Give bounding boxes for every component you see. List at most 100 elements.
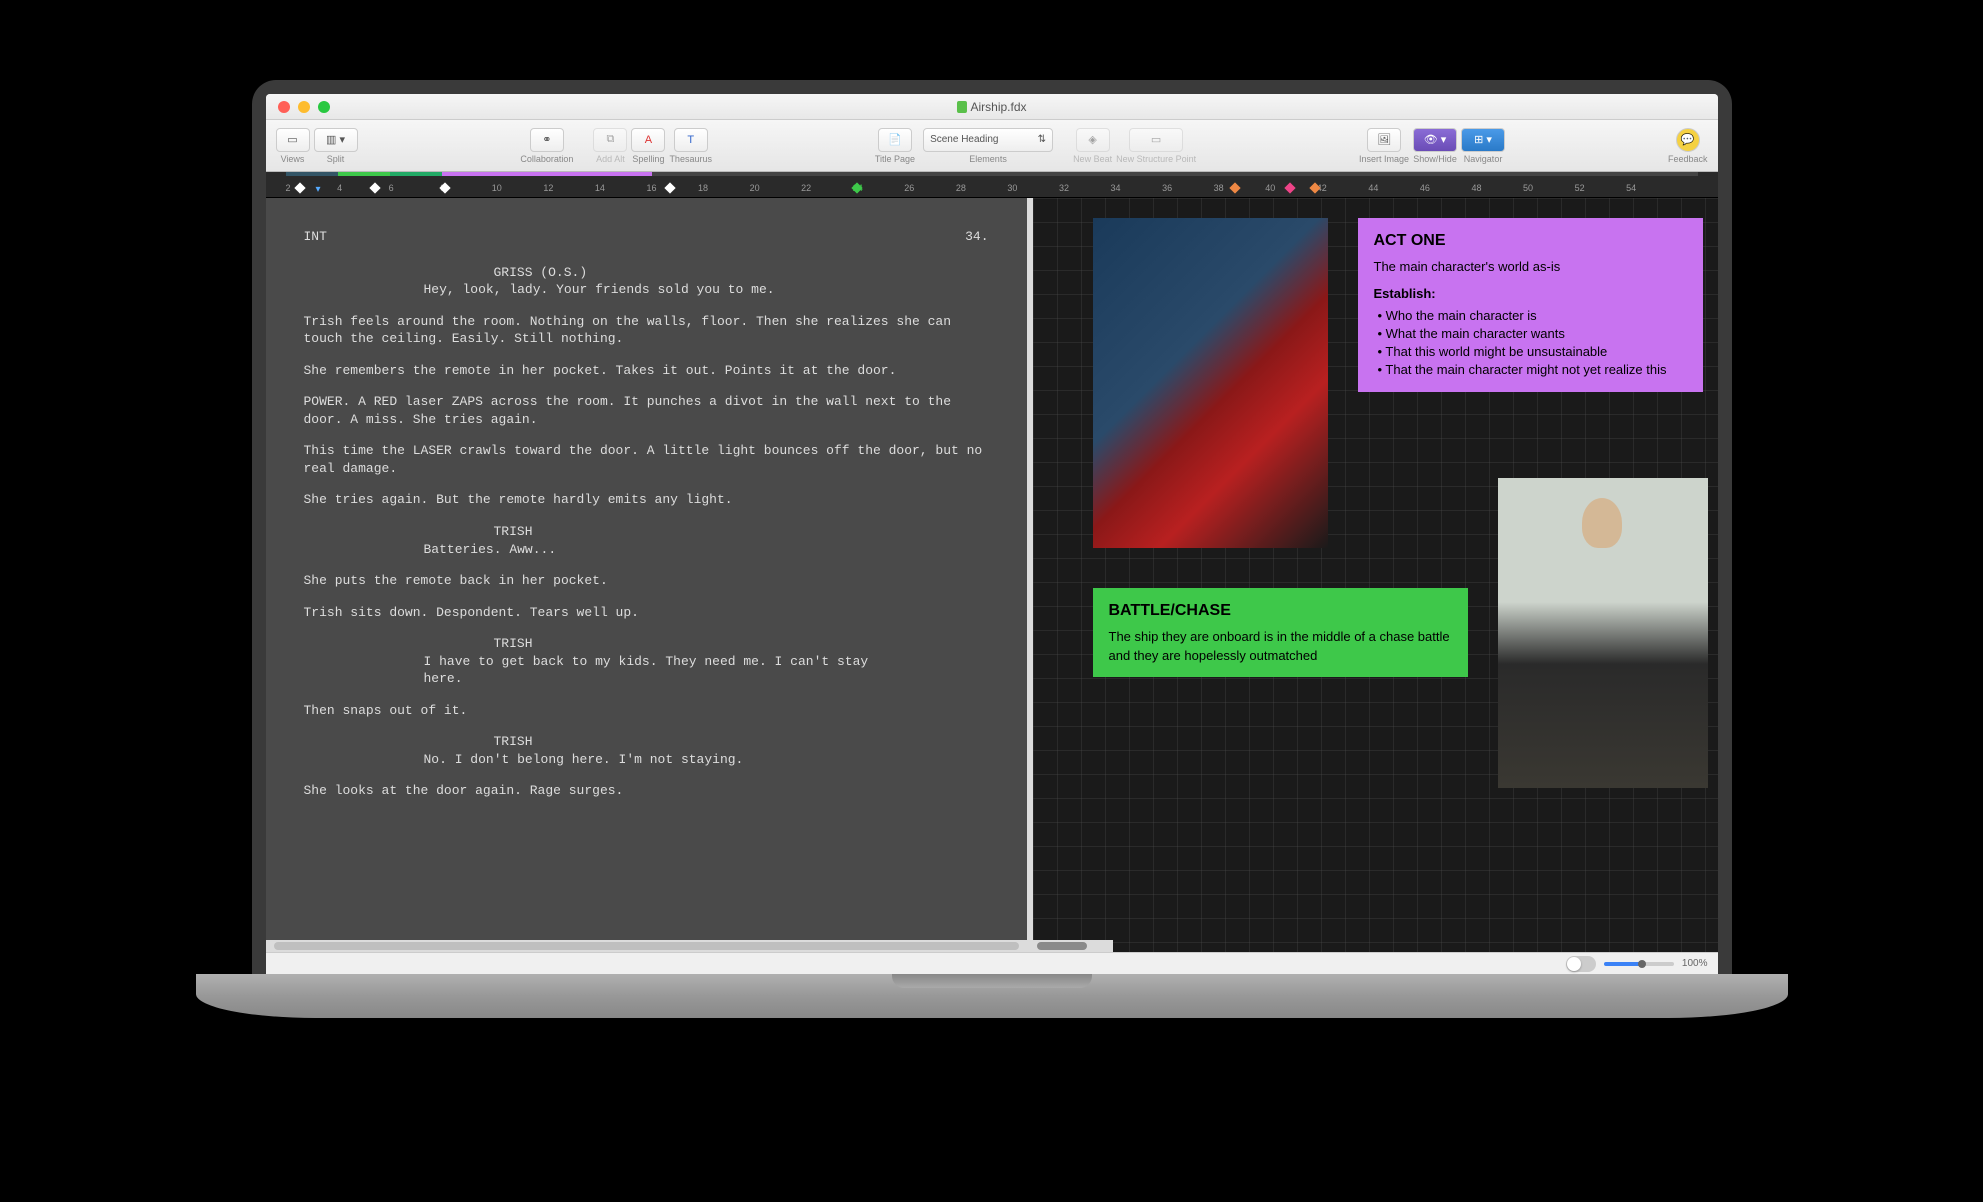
playhead-marker-icon[interactable]: ▾ [316, 184, 321, 195]
card-bullet: • That this world might be unsustainable [1378, 343, 1687, 361]
script-action: She looks at the door again. Rage surges… [304, 782, 989, 800]
ruler-tick: 36 [1162, 183, 1214, 193]
ruler-tick: 42 [1317, 183, 1369, 193]
ruler-tick: 30 [1007, 183, 1059, 193]
ruler-tick: 18 [698, 183, 750, 193]
elements-label: Elements [969, 154, 1007, 164]
beat-board-ruler[interactable]: 2468101214161820222426283032343638404244… [266, 172, 1718, 198]
ruler-tick: 26 [904, 183, 956, 193]
ruler-tick: 22 [801, 183, 853, 193]
ruler-tick: 12 [543, 183, 595, 193]
window-titlebar: Airship.fdx [266, 94, 1718, 120]
ruler-tick: 28 [956, 183, 1008, 193]
ruler-tick: 46 [1420, 183, 1472, 193]
card-body: The ship they are onboard is in the midd… [1109, 628, 1452, 664]
ruler-tick: 14 [595, 183, 647, 193]
script-action: Trish sits down. Despondent. Tears well … [304, 604, 989, 622]
script-editor-pane[interactable]: INT 34. GRISS (O.S.)Hey, look, lady. You… [266, 198, 1027, 952]
elements-selected: Scene Heading [930, 134, 998, 145]
ruler-tick: 6 [389, 183, 441, 193]
feedback-button[interactable]: 💬 [1676, 128, 1700, 152]
script-action: She tries again. But the remote hardly e… [304, 491, 989, 509]
title-page-label: Title Page [875, 154, 915, 164]
new-beat-label: New Beat [1073, 154, 1112, 164]
script-action: Then snaps out of it. [304, 702, 989, 720]
collaboration-button[interactable]: ⚭ [530, 128, 564, 152]
page-number: 34. [965, 228, 988, 246]
ruler-tick: 44 [1368, 183, 1420, 193]
spelling-button[interactable]: A [631, 128, 665, 152]
insert-image-label: Insert Image [1359, 154, 1409, 164]
ruler-tick: 10 [492, 183, 544, 193]
zoom-slider[interactable] [1604, 962, 1674, 966]
feedback-label: Feedback [1668, 154, 1708, 164]
window-title: Airship.fdx [970, 100, 1026, 114]
collaboration-label: Collaboration [520, 154, 573, 164]
maximize-window-button[interactable] [318, 101, 330, 113]
script-action: She remembers the remote in her pocket. … [304, 362, 989, 380]
board-card-act-one[interactable]: ACT ONE The main character's world as-is… [1358, 218, 1703, 392]
add-alt-button[interactable]: ⧉ [593, 128, 627, 152]
app-window: Airship.fdx ▭ Views ▥ ▾ Split [266, 94, 1718, 974]
horizontal-scrollbar[interactable] [266, 940, 1027, 952]
script-dialog: Hey, look, lady. Your friends sold you t… [304, 281, 989, 299]
toolbar: ▭ Views ▥ ▾ Split ⚭ Collaboration [266, 120, 1718, 172]
ruler-tick: 34 [1111, 183, 1163, 193]
card-bullet: • What the main character wants [1378, 325, 1687, 343]
script-action: She puts the remote back in her pocket. [304, 572, 989, 590]
script-dialog: Batteries. Aww... [304, 541, 989, 559]
spelling-label: Spelling [632, 154, 664, 164]
script-dialog: I have to get back to my kids. They need… [304, 653, 989, 688]
thesaurus-button[interactable]: T [674, 128, 708, 152]
card-subtitle: The main character's world as-is [1374, 258, 1687, 276]
beat-board-pane[interactable]: ACT ONE The main character's world as-is… [1033, 198, 1718, 952]
script-char: TRISH [304, 635, 989, 653]
zoom-level: 100% [1682, 958, 1708, 969]
script-char: GRISS (O.S.) [304, 264, 989, 282]
show-hide-label: Show/Hide [1413, 154, 1457, 164]
navigator-label: Navigator [1464, 154, 1503, 164]
ruler-tick: 32 [1059, 183, 1111, 193]
board-image-card[interactable] [1093, 218, 1328, 548]
views-label: Views [281, 154, 305, 164]
ruler-tick: 20 [750, 183, 802, 193]
card-bullet: • Who the main character is [1378, 307, 1687, 325]
document-icon [956, 101, 966, 113]
scene-heading: INT [304, 228, 327, 246]
card-bullet: • That the main character might not yet … [1378, 361, 1687, 379]
views-button[interactable]: ▭ [276, 128, 310, 152]
status-bar: 100% [266, 952, 1718, 974]
new-structure-point-label: New Structure Point [1116, 154, 1196, 164]
new-structure-point-button[interactable]: ▭ [1129, 128, 1183, 152]
board-card-battle[interactable]: BATTLE/CHASE The ship they are onboard i… [1093, 588, 1468, 677]
new-beat-button[interactable]: ◈ [1076, 128, 1110, 152]
title-page-button[interactable]: 📄 [878, 128, 912, 152]
script-action: POWER. A RED laser ZAPS across the room.… [304, 393, 989, 428]
horizontal-scrollbar[interactable] [1033, 940, 1113, 952]
navigator-button[interactable]: ⊞ ▾ [1461, 128, 1505, 152]
script-action: This time the LASER crawls toward the do… [304, 442, 989, 477]
script-char: TRISH [304, 523, 989, 541]
split-label: Split [327, 154, 345, 164]
ruler-tick: 50 [1523, 183, 1575, 193]
script-char: TRISH [304, 733, 989, 751]
ruler-tick: 54 [1626, 183, 1678, 193]
minimize-window-button[interactable] [298, 101, 310, 113]
thesaurus-label: Thesaurus [669, 154, 712, 164]
insert-image-button[interactable]: 🖼 [1367, 128, 1401, 152]
add-alt-label: Add Alt [596, 154, 625, 164]
script-dialog: No. I don't belong here. I'm not staying… [304, 751, 989, 769]
script-action: Trish feels around the room. Nothing on … [304, 313, 989, 348]
view-toggle[interactable] [1566, 956, 1596, 972]
card-title: ACT ONE [1374, 230, 1687, 252]
show-hide-button[interactable]: 👁 ▾ [1413, 128, 1457, 152]
card-establish-label: Establish: [1374, 285, 1687, 303]
board-image-card[interactable] [1498, 478, 1708, 788]
elements-dropdown[interactable]: Scene Heading ⇅ [923, 128, 1053, 152]
dropdown-chevron-icon: ⇅ [1038, 134, 1046, 145]
close-window-button[interactable] [278, 101, 290, 113]
split-button[interactable]: ▥ ▾ [314, 128, 358, 152]
ruler-tick: 52 [1575, 183, 1627, 193]
card-title: BATTLE/CHASE [1109, 600, 1452, 622]
ruler-tick: 48 [1471, 183, 1523, 193]
